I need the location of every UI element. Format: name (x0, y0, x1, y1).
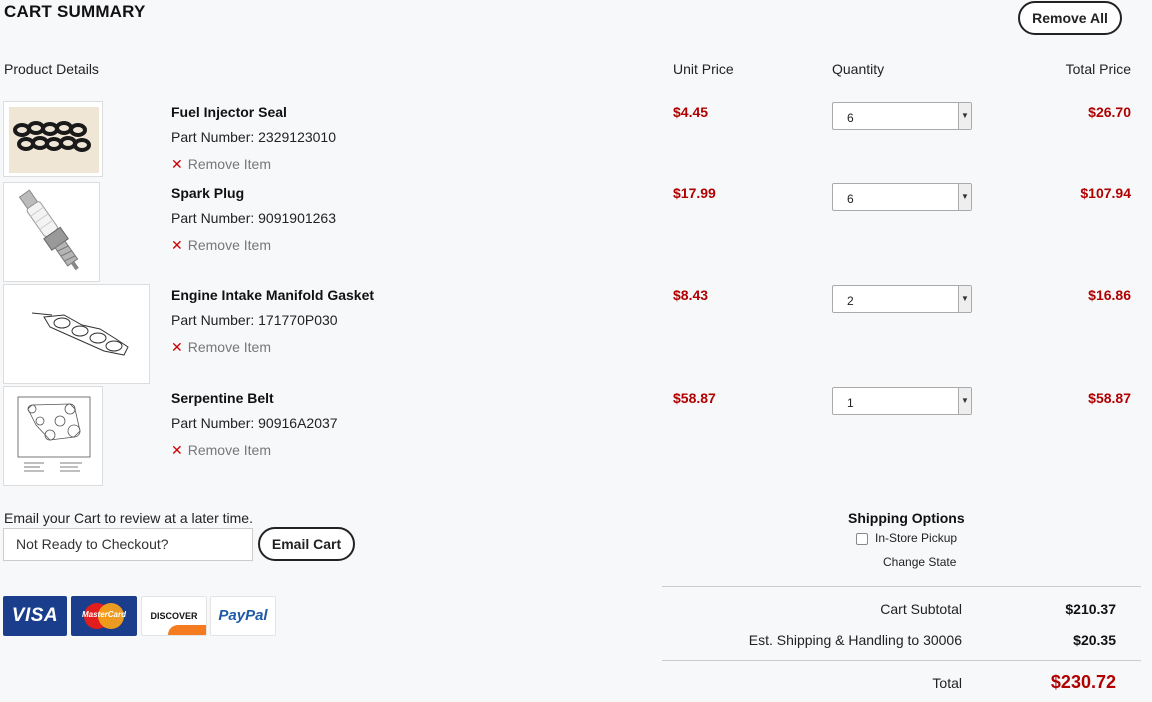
close-icon: ✕ (171, 156, 183, 172)
product-name[interactable]: Engine Intake Manifold Gasket (171, 287, 374, 303)
product-image-spark-plug[interactable] (3, 182, 100, 282)
part-number: Part Number: 171770P030 (171, 312, 338, 328)
divider (662, 660, 1141, 661)
line-total: $58.87 (1088, 390, 1131, 406)
close-icon: ✕ (171, 339, 183, 355)
email-cart-button[interactable]: Email Cart (258, 527, 355, 561)
remove-item-label: Remove Item (187, 442, 271, 458)
remove-item-button[interactable]: ✕ Remove Item (171, 237, 271, 254)
column-header-total-price: Total Price (1065, 61, 1131, 77)
quantity-value: 1 (847, 396, 854, 410)
product-image-serpentine-belt[interactable] (3, 386, 103, 486)
change-state-link[interactable]: Change State (883, 555, 956, 569)
grand-total-value: $230.72 (1050, 672, 1116, 692)
quantity-value: 2 (847, 294, 854, 308)
paypal-text: PayPal (218, 607, 268, 624)
chevron-down-icon: ▼ (958, 388, 971, 414)
shipping-label: Est. Shipping & Handling to 30006 (748, 632, 962, 648)
product-name[interactable]: Fuel Injector Seal (171, 104, 287, 120)
quantity-select[interactable]: 6 ▼ (832, 102, 972, 130)
remove-item-button[interactable]: ✕ Remove Item (171, 442, 271, 459)
column-header-unit-price: Unit Price (673, 61, 734, 77)
quantity-value: 6 (847, 192, 854, 206)
remove-item-label: Remove Item (187, 339, 271, 355)
chevron-down-icon: ▼ (958, 286, 971, 312)
page-title: CART SUMMARY (4, 2, 146, 21)
part-number: Part Number: 90916A2037 (171, 415, 338, 431)
line-total: $16.86 (1088, 287, 1131, 303)
product-name[interactable]: Spark Plug (171, 185, 244, 201)
visa-card-logo: VISA (3, 596, 67, 636)
in-store-pickup-checkbox[interactable] (856, 533, 868, 545)
line-total: $107.94 (1080, 185, 1131, 201)
part-number: Part Number: 2329123010 (171, 129, 336, 145)
chevron-down-icon: ▼ (958, 184, 971, 210)
quantity-value: 6 (847, 111, 854, 125)
unit-price: $58.87 (673, 390, 716, 406)
column-header-quantity: Quantity (832, 61, 885, 77)
quantity-select[interactable]: 6 ▼ (832, 183, 972, 211)
discover-swoosh (168, 625, 206, 635)
product-image-fuel-injector-seal[interactable] (3, 101, 103, 177)
total-label: Total (932, 675, 962, 691)
visa-text: VISA (11, 605, 59, 626)
in-store-pickup-label[interactable]: In-Store Pickup (875, 531, 957, 545)
remove-item-label: Remove Item (187, 237, 271, 253)
remove-all-button[interactable]: Remove All (1018, 1, 1122, 35)
quantity-select[interactable]: 2 ▼ (832, 285, 972, 313)
mastercard-logo: MasterCard (71, 596, 137, 636)
column-header-product: Product Details (4, 61, 99, 77)
unit-price: $8.43 (673, 287, 709, 303)
subtotal-value: $210.37 (1065, 601, 1116, 617)
product-image-intake-manifold-gasket[interactable] (3, 284, 150, 384)
chevron-down-icon: ▼ (958, 103, 971, 129)
close-icon: ✕ (171, 237, 183, 253)
close-icon: ✕ (171, 442, 183, 458)
unit-price: $4.45 (673, 104, 709, 120)
line-total: $26.70 (1088, 104, 1131, 120)
divider (662, 586, 1141, 587)
discover-text: DISCOVER (150, 611, 198, 621)
mastercard-text: MasterCard (81, 610, 126, 619)
remove-item-button[interactable]: ✕ Remove Item (171, 156, 271, 173)
email-cart-input[interactable]: Not Ready to Checkout? (3, 528, 253, 561)
quantity-select[interactable]: 1 ▼ (832, 387, 972, 415)
email-cart-label: Email your Cart to review at a later tim… (4, 510, 253, 526)
unit-price: $17.99 (673, 185, 716, 201)
shipping-options-title: Shipping Options (848, 510, 965, 526)
shipping-value: $20.35 (1073, 632, 1116, 648)
discover-card-logo: DISCOVER (141, 596, 207, 636)
product-name[interactable]: Serpentine Belt (171, 390, 274, 406)
remove-item-button[interactable]: ✕ Remove Item (171, 339, 271, 356)
paypal-logo: PayPal (210, 596, 276, 636)
part-number: Part Number: 9091901263 (171, 210, 336, 226)
remove-item-label: Remove Item (187, 156, 271, 172)
subtotal-label: Cart Subtotal (880, 601, 962, 617)
